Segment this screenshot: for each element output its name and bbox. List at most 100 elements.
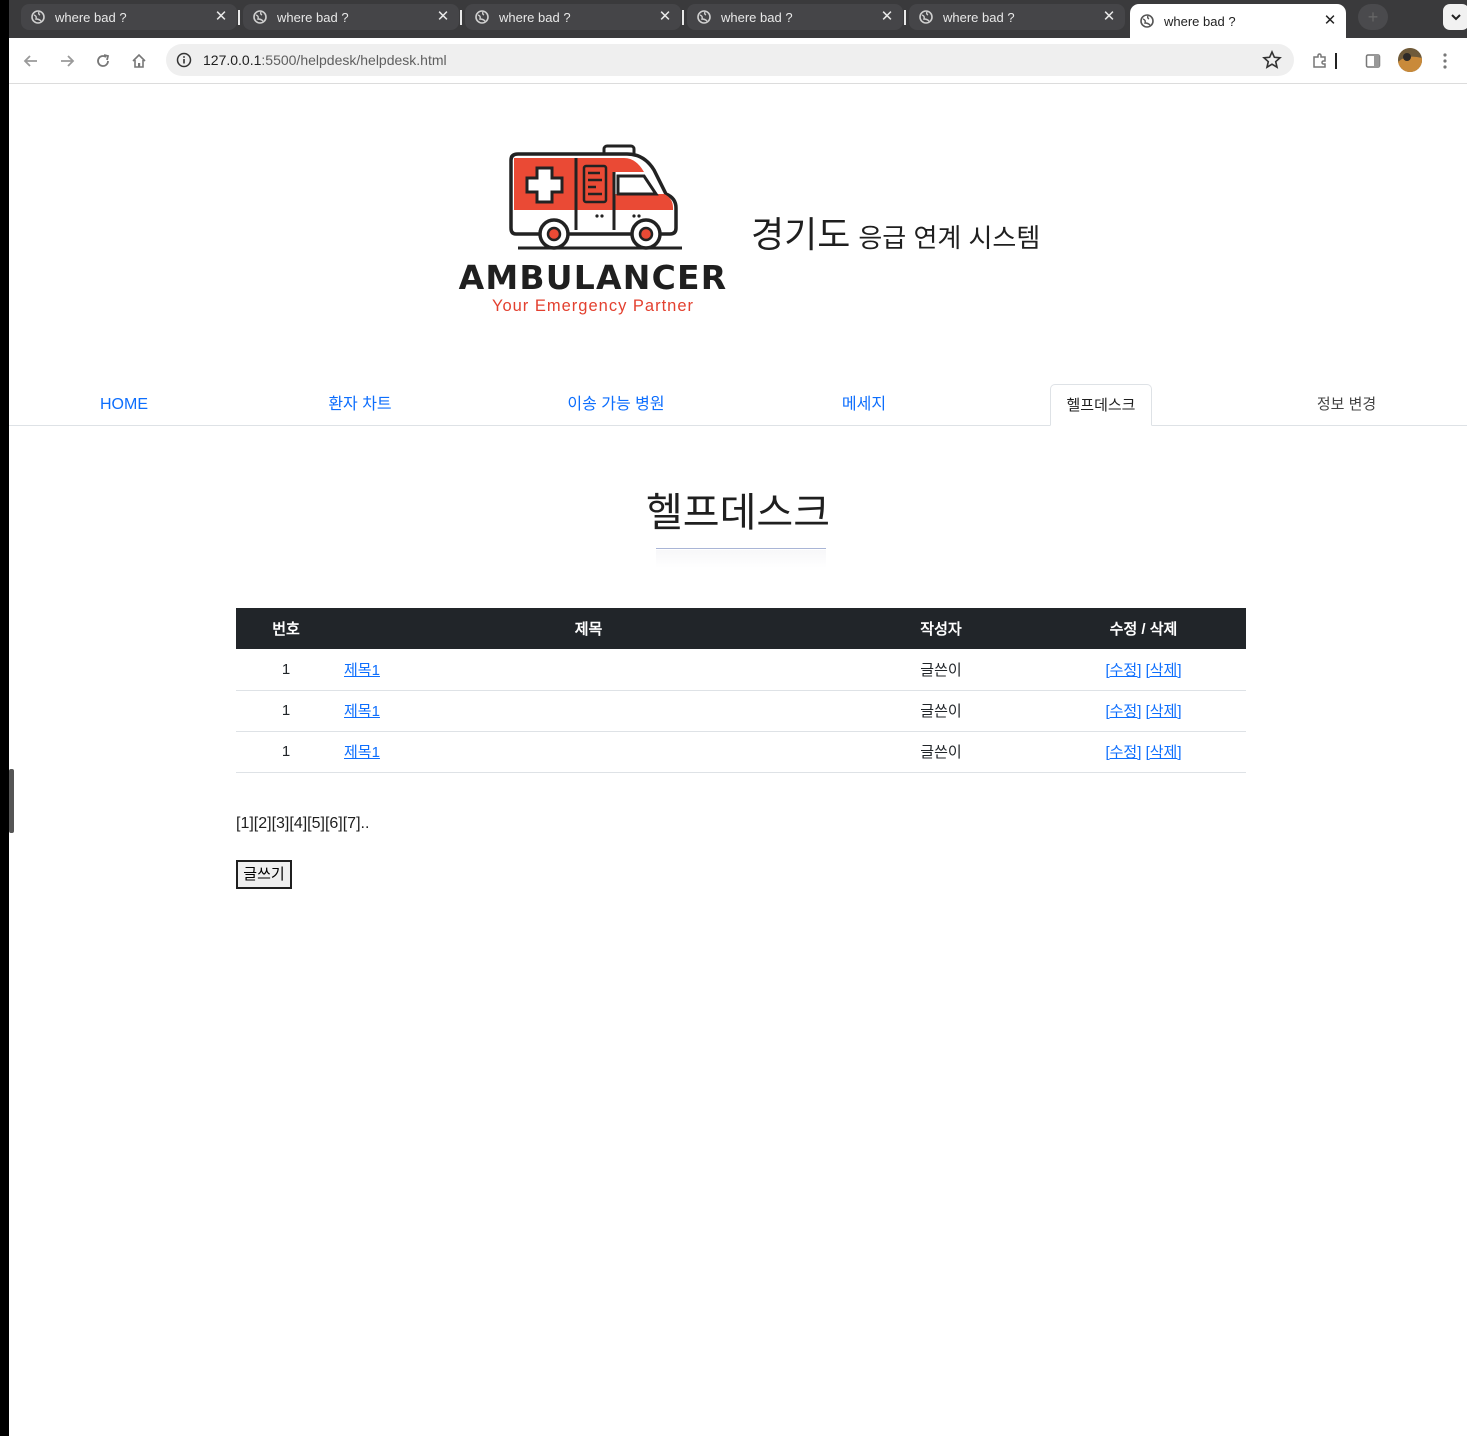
globe-icon: [475, 10, 489, 24]
close-icon[interactable]: ✕: [213, 9, 229, 25]
url-path: :5500/helpdesk/helpdesk.html: [261, 52, 447, 68]
row-actions: [수정] [삭제]: [1041, 690, 1246, 732]
column-header-title: 제목: [336, 608, 841, 649]
side-panel-button[interactable]: [1361, 49, 1385, 73]
system-title: 경기도 응급 연계 시스템: [751, 206, 1040, 258]
close-icon[interactable]: ✕: [657, 9, 673, 25]
tab-divider: [238, 10, 240, 25]
close-icon[interactable]: ✕: [1322, 13, 1338, 29]
post-title-link[interactable]: 제목1: [344, 703, 380, 720]
tab-search-button[interactable]: [1443, 4, 1467, 30]
browser-tab[interactable]: where bad ? ✕: [687, 4, 903, 30]
close-icon[interactable]: ✕: [435, 9, 451, 25]
reload-button[interactable]: [91, 49, 115, 73]
column-header-actions: 수정 / 삭제: [1041, 608, 1246, 649]
row-title-cell: 제목1: [336, 690, 841, 732]
reload-icon: [97, 54, 110, 67]
pagination[interactable]: [1][2][3][4][5][6][7]..: [236, 815, 369, 833]
row-number: 1: [236, 731, 336, 773]
url-text: 127.0.0.1:5500/helpdesk/helpdesk.html: [203, 52, 447, 68]
url-host: 127.0.0.1: [203, 52, 262, 68]
tab-title: where bad ?: [277, 9, 349, 25]
row-writer: 글쓴이: [841, 690, 1041, 732]
row-title-cell: 제목1: [336, 649, 841, 691]
browser-tab[interactable]: where bad ? ✕: [243, 4, 459, 30]
tab-divider: [904, 10, 906, 25]
edit-link[interactable]: [수정]: [1105, 662, 1141, 679]
profile-avatar[interactable]: [1398, 48, 1422, 72]
home-button[interactable]: [127, 49, 151, 73]
system-title-region: 경기도: [751, 214, 851, 255]
brand-tagline: Your Emergency Partner: [491, 297, 695, 315]
heading-underline-shadow: [656, 550, 826, 568]
globe-icon: [919, 10, 933, 24]
bookmark-star-icon[interactable]: [1262, 50, 1282, 70]
tab-strip: where bad ? ✕ where bad ? ✕ where bad ? …: [9, 0, 1467, 38]
column-header-writer: 작성자: [841, 608, 1041, 649]
close-icon[interactable]: ✕: [879, 9, 895, 25]
arrow-right-icon: [61, 55, 75, 67]
post-title-link[interactable]: 제목1: [344, 744, 380, 761]
puzzle-icon: [1313, 53, 1326, 68]
browser-tab[interactable]: where bad ? ✕: [21, 4, 237, 30]
heading-underline: [656, 548, 826, 549]
write-post-button[interactable]: 글쓰기: [236, 860, 292, 889]
back-button[interactable]: [19, 49, 43, 73]
helpdesk-table: 번호 제목 작성자 수정 / 삭제 1 제목1 글쓴이 [수정] [삭제] 1 …: [236, 608, 1246, 773]
edit-link[interactable]: [수정]: [1105, 703, 1141, 720]
nav-home[interactable]: HOME: [79, 384, 169, 426]
delete-link[interactable]: [삭제]: [1146, 662, 1182, 679]
browser-tab[interactable]: where bad ? ✕: [909, 4, 1125, 30]
post-title-link[interactable]: 제목1: [344, 662, 380, 679]
browser-tab-active[interactable]: where bad ? ✕: [1130, 4, 1346, 38]
row-writer: 글쓴이: [841, 731, 1041, 773]
window-edge: [0, 0, 9, 1436]
row-actions: [수정] [삭제]: [1041, 731, 1246, 773]
browser-toolbar: 127.0.0.1:5500/helpdesk/helpdesk.html: [9, 38, 1467, 84]
row-title-cell: 제목1: [336, 731, 841, 773]
nav-messages[interactable]: 메세지: [824, 384, 904, 426]
page-title: 헬프데스크: [646, 491, 830, 535]
tab-title: where bad ?: [1164, 13, 1236, 29]
more-vert-icon: [1443, 53, 1447, 69]
chevron-down-icon: [1451, 14, 1461, 21]
globe-icon: [31, 10, 45, 24]
site-info-icon[interactable]: [174, 50, 194, 70]
new-tab-button[interactable]: +: [1358, 4, 1388, 30]
system-title-name: 응급 연계 시스템: [858, 223, 1041, 253]
extensions-button[interactable]: [1308, 49, 1332, 73]
edit-link[interactable]: [수정]: [1105, 744, 1141, 761]
nav-patient-chart[interactable]: 환자 차트: [315, 384, 405, 426]
browser-tab[interactable]: where bad ? ✕: [465, 4, 681, 30]
main-nav: HOME 환자 차트 이송 가능 병원 메세지 헬프데스크 정보 변경: [9, 384, 1467, 426]
resize-handle[interactable]: [9, 769, 14, 833]
nav-helpdesk[interactable]: 헬프데스크: [1050, 384, 1152, 426]
row-actions: [수정] [삭제]: [1041, 649, 1246, 691]
table-row: 1 제목1 글쓴이 [수정] [삭제]: [236, 690, 1246, 732]
column-header-number: 번호: [236, 608, 336, 649]
delete-link[interactable]: [삭제]: [1146, 703, 1182, 720]
browser-menu-button[interactable]: [1433, 49, 1457, 73]
tab-divider: [460, 10, 462, 25]
side-panel-icon: [1365, 54, 1381, 68]
tab-divider: [682, 10, 684, 25]
tab-title: where bad ?: [55, 9, 127, 25]
tab-title: where bad ?: [499, 9, 571, 25]
tab-title: where bad ?: [943, 9, 1015, 25]
nav-available-hospitals[interactable]: 이송 가능 병원: [556, 384, 676, 426]
address-bar[interactable]: 127.0.0.1:5500/helpdesk/helpdesk.html: [166, 44, 1294, 76]
page: AMBULANCER Your Emergency Partner 경기도 응급 …: [9, 84, 1467, 1436]
close-icon[interactable]: ✕: [1101, 9, 1117, 25]
brand-name: AMBULANCER: [458, 258, 728, 297]
globe-icon: [253, 10, 267, 24]
row-number: 1: [236, 690, 336, 732]
nav-account-settings[interactable]: 정보 변경: [1299, 384, 1394, 426]
table-row: 1 제목1 글쓴이 [수정] [삭제]: [236, 649, 1246, 691]
globe-icon: [1140, 14, 1154, 28]
globe-icon: [697, 10, 711, 24]
forward-button[interactable]: [55, 49, 79, 73]
table-row: 1 제목1 글쓴이 [수정] [삭제]: [236, 731, 1246, 773]
delete-link[interactable]: [삭제]: [1146, 744, 1182, 761]
toolbar-divider: [1334, 49, 1338, 73]
tab-title: where bad ?: [721, 9, 793, 25]
